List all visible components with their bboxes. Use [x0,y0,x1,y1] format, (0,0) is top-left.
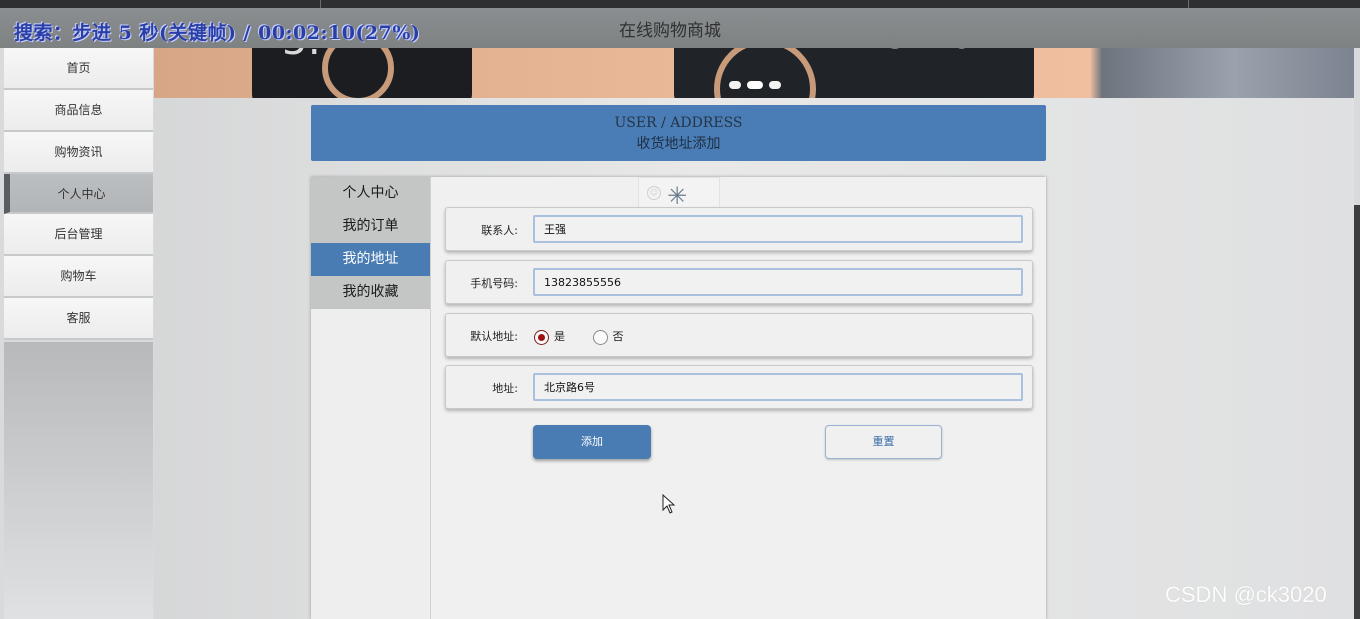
banner-carousel[interactable]: 5: 5:46 [154,48,1354,98]
radio-option-yes[interactable]: 是 [534,328,565,345]
carousel-dot[interactable] [769,81,781,89]
phone-label: 手机号码: [470,277,518,290]
address-panel: 个人中心 我的订单 我的地址 我的收藏 ☺ ✳ 联系人: 手机号码: 默认地址:… [311,177,1046,619]
radio-no-icon[interactable] [592,329,608,345]
banner-image-phone: 5: [252,48,472,98]
watermark: CSDN @ck3020 [1165,582,1327,607]
page-scrollbar[interactable] [1354,205,1360,619]
radio-option-no[interactable]: 否 [592,328,624,345]
carousel-dot[interactable] [729,81,741,89]
sidebar-item-home[interactable]: 首页 [4,48,153,90]
carousel-indicators[interactable] [729,74,787,93]
sidebar-item-products[interactable]: 商品信息 [4,90,153,132]
radio-no-label: 否 [612,330,624,343]
main-sidebar: 首页 商品信息 购物资讯 个人中心 后台管理 购物车 客服 [4,48,153,340]
sidebar-item-personal-center[interactable]: 个人中心 [4,174,153,214]
sidebar-background [4,342,153,619]
loading-indicator: ☺ ✳ [638,177,720,210]
phone-input[interactable] [533,268,1023,296]
radio-yes-icon[interactable] [534,329,549,345]
contact-label: 联系人: [481,224,518,237]
address-label: 地址: [492,382,518,395]
radio-yes-label: 是 [554,330,565,343]
tab-personal-center[interactable]: 个人中心 [311,177,430,210]
default-address-row: 默认地址: 是 否 [445,313,1033,357]
smile-icon: ☺ [647,186,661,200]
sidebar-item-service[interactable]: 客服 [4,298,153,340]
tab-my-address[interactable]: 我的地址 [311,243,430,276]
sidebar-item-cart[interactable]: 购物车 [4,256,153,298]
personal-tabs: 个人中心 我的订单 我的地址 我的收藏 [311,177,431,619]
phone-row: 手机号码: [445,260,1033,304]
section-title-zh: 收货地址添加 [636,136,721,152]
reset-button[interactable]: 重置 [825,425,942,459]
contact-input[interactable] [533,215,1023,243]
tab-my-favorites[interactable]: 我的收藏 [311,276,430,309]
carousel-dot[interactable] [747,81,763,89]
address-input[interactable] [533,373,1023,401]
site-title: 在线购物商城 [619,21,721,41]
tab-my-orders[interactable]: 我的订单 [311,210,430,243]
window-top-strip [0,0,1360,8]
sidebar-item-admin[interactable]: 后台管理 [4,214,153,256]
add-button[interactable]: 添加 [533,425,651,459]
site-header: 搜索：步进 5 秒(关键帧) / 00:02:10(27%) 在线购物商城 [0,8,1360,48]
sidebar-item-news[interactable]: 购物资讯 [4,132,153,174]
section-header: USER / ADDRESS 收货地址添加 [311,105,1046,161]
contact-row: 联系人: [445,207,1033,251]
banner-image-phone-2: 5:46 [674,48,1034,98]
default-address-label: 默认地址: [470,330,518,343]
address-row: 地址: [445,365,1033,409]
default-address-radio-group: 是 否 [534,328,648,345]
player-overlay-text: 搜索：步进 5 秒(关键帧) / 00:02:10(27%) [14,22,421,44]
spinner-icon: ✳ [667,182,688,210]
section-title-en: USER / ADDRESS [614,115,743,131]
